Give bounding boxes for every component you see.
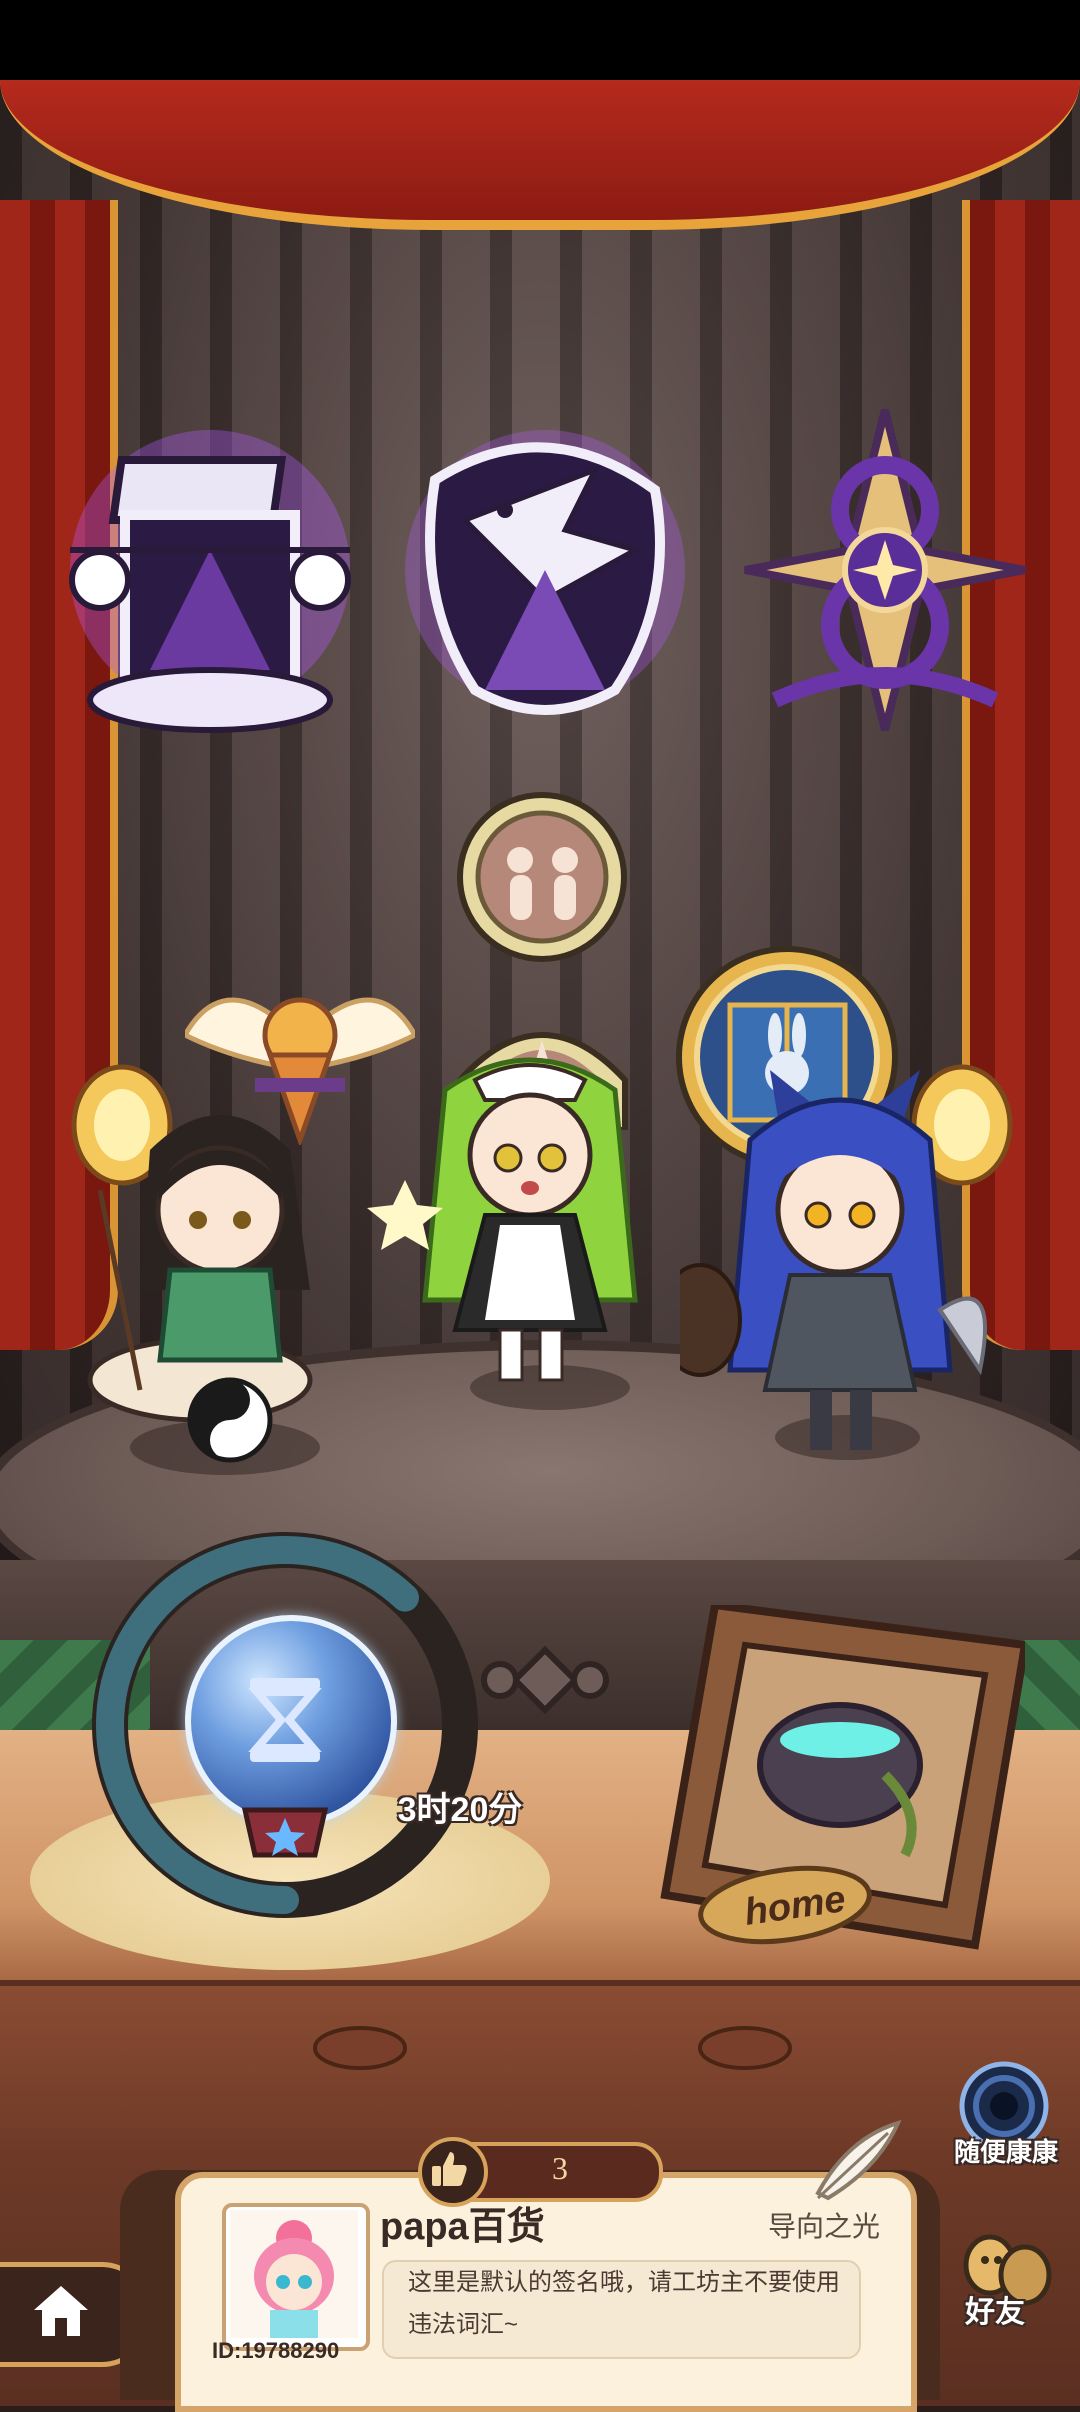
timer-remaining-text: 3时20分 — [397, 1791, 523, 1829]
taoist-fisher-character[interactable] — [80, 1090, 360, 1480]
crystal-ball-stand — [241, 1807, 329, 1858]
thumbs-up-icon — [432, 2152, 467, 2186]
maid-character[interactable] — [365, 1040, 695, 1400]
signature-text: 这里是默认的签名哦，请工坊主不要使用违法词汇~ — [408, 2269, 840, 2338]
wolf-girl-character[interactable] — [680, 1070, 1000, 1470]
leaf-ornament — [698, 2026, 792, 2070]
home-icon — [34, 2286, 88, 2336]
like-count: 3 — [552, 2150, 568, 2186]
status-bar — [0, 0, 1080, 80]
dragon-badge[interactable] — [395, 400, 695, 740]
username: papa百货 — [380, 2206, 545, 2248]
friends-label: 好友 — [965, 2296, 1025, 2329]
quill-feather-icon — [815, 2119, 902, 2201]
twins-medal[interactable] — [455, 790, 630, 965]
user-id: ID:19788290 — [212, 2338, 340, 2363]
random-visit-label: 随便康康 — [953, 2137, 1058, 2167]
libra-badge[interactable] — [60, 400, 360, 740]
compass-star-badge[interactable] — [735, 400, 1035, 740]
leaf-ornament — [313, 2026, 407, 2070]
knot-ornament — [481, 1645, 609, 1715]
user-title: 导向之光 — [767, 2211, 880, 2242]
avatar[interactable] — [230, 2210, 358, 2338]
hourglass-icon — [248, 1678, 322, 1762]
